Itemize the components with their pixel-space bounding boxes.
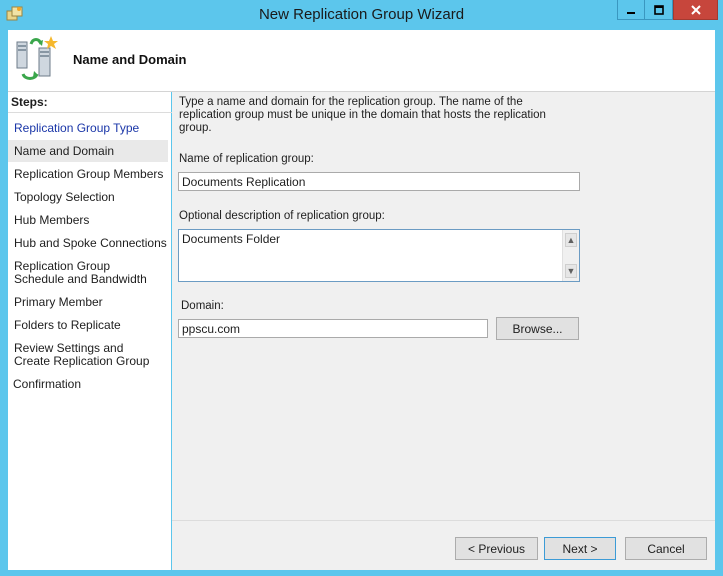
name-label: Name of replication group: (179, 153, 314, 165)
description-scrollbar[interactable]: ▲ ▼ (562, 230, 579, 281)
wizard-window: New Replication Group Wizard Name and Do… (0, 0, 723, 576)
step-replication-group-type[interactable]: Replication Group Type (8, 122, 168, 135)
step-label: Replication Group Type (14, 121, 140, 135)
steps-title: Steps: (8, 92, 172, 113)
step-topology-selection: Topology Selection (8, 191, 168, 204)
browse-button[interactable]: Browse... (496, 317, 579, 340)
step-replication-group-schedule: Replication Group Schedule and Bandwidth (8, 260, 158, 286)
maximize-button[interactable] (645, 0, 673, 20)
step-label: Hub Members (14, 213, 90, 227)
description-label: Optional description of replication grou… (179, 210, 385, 222)
step-replication-group-members: Replication Group Members (8, 168, 168, 181)
step-label: Folders to Replicate (14, 318, 121, 332)
scroll-up-icon[interactable]: ▲ (565, 233, 577, 247)
description-textarea[interactable]: Documents Folder ▲ ▼ (178, 229, 580, 282)
step-hub-members: Hub Members (8, 214, 168, 227)
close-button[interactable] (673, 0, 718, 20)
step-folders-to-replicate: Folders to Replicate (8, 319, 168, 332)
intro-text: Type a name and domain for the replicati… (179, 96, 546, 134)
step-label: Replication Group Schedule and Bandwidth (14, 259, 147, 286)
scroll-down-icon[interactable]: ▼ (565, 264, 577, 278)
title-bar[interactable]: New Replication Group Wizard (0, 0, 723, 30)
description-value: Documents Folder (182, 232, 281, 246)
wizard-header: Name and Domain (8, 30, 715, 92)
previous-button[interactable]: < Previous (455, 537, 538, 560)
page-title: Name and Domain (73, 52, 187, 67)
step-label: Review Settings and Create Replication G… (14, 341, 150, 368)
domain-input[interactable] (178, 319, 488, 338)
step-label: Hub and Spoke Connections (14, 236, 167, 250)
step-confirmation: Confirmation (8, 378, 168, 391)
window-title: New Replication Group Wizard (258, 6, 465, 23)
replication-group-icon (16, 36, 58, 80)
content-pane: Type a name and domain for the replicati… (172, 92, 715, 570)
minimize-icon (627, 11, 635, 14)
replication-group-name-input[interactable] (178, 172, 580, 191)
step-label: Primary Member (14, 295, 103, 309)
close-icon (690, 4, 701, 15)
step-label: Confirmation (13, 377, 82, 391)
step-label: Replication Group Members (14, 167, 164, 181)
step-review-settings: Review Settings and Create Replication G… (8, 342, 158, 368)
step-label: Topology Selection (14, 190, 115, 204)
maximize-icon (653, 4, 664, 15)
steps-pane: Steps: Replication Group Type Name and D… (8, 92, 172, 570)
minimize-button[interactable] (617, 0, 645, 20)
next-button[interactable]: Next > (544, 537, 616, 560)
step-name-and-domain: Name and Domain (8, 140, 168, 162)
step-hub-and-spoke-connections: Hub and Spoke Connections (8, 237, 168, 250)
domain-label: Domain: (181, 300, 224, 312)
step-primary-member: Primary Member (8, 296, 168, 309)
cancel-button[interactable]: Cancel (625, 537, 707, 560)
footer-divider (172, 520, 715, 521)
step-label: Name and Domain (14, 144, 115, 158)
